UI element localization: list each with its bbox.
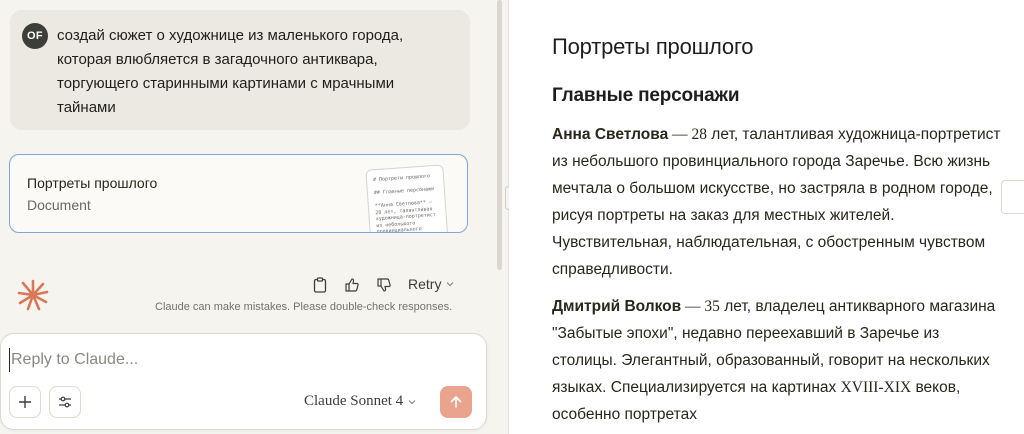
chevron-down-icon xyxy=(408,399,416,404)
character-name: Дмитрий Волков xyxy=(552,298,682,315)
chevron-down-icon xyxy=(447,282,454,287)
character-description: лет, талантливая художница-портретист из… xyxy=(552,126,1001,278)
model-selector[interactable]: Claude Sonnet 4 xyxy=(304,393,417,410)
artifact-card-type: Document xyxy=(27,197,91,213)
message-actions xyxy=(308,274,396,296)
disclaimer: Claude can make mistakes. Please double-… xyxy=(155,301,453,313)
character-name: Анна Светлова xyxy=(552,126,669,143)
artifact-card-title: Портреты прошлого xyxy=(27,175,158,191)
artifact-thumbnail: # Портреты прошлого ## Главные персонажи… xyxy=(365,164,449,232)
character-centuries: XVIII-XIX xyxy=(840,379,912,396)
thumbs-down-icon[interactable] xyxy=(372,274,396,296)
plus-icon xyxy=(19,396,31,408)
user-message: OF создай сюжет о художнице из маленьког… xyxy=(10,10,470,130)
arrow-up-icon xyxy=(450,396,462,408)
clipboard-icon[interactable] xyxy=(308,274,332,296)
chat-scrollbar[interactable] xyxy=(497,0,502,270)
retry-label: Retry xyxy=(408,276,442,292)
artifact-pane: Портреты прошлого Главные персонажи Анна… xyxy=(509,0,1024,434)
sliders-icon xyxy=(59,396,71,408)
retry-button[interactable]: Retry xyxy=(408,276,455,292)
thumbs-up-icon[interactable] xyxy=(340,274,364,296)
character-paragraph: Анна Светлова — 28 лет, талантливая худо… xyxy=(552,121,1007,283)
avatar[interactable]: OF xyxy=(22,23,48,49)
character-paragraph: Дмитрий Волков — 35 лет, владелец антикв… xyxy=(552,293,1007,428)
user-message-text: создай сюжет о художнице из маленького г… xyxy=(57,27,404,116)
character-dash: — xyxy=(668,126,692,143)
character-dash: — xyxy=(681,298,705,315)
character-age: 28 xyxy=(691,126,707,143)
side-panel-tab[interactable] xyxy=(1001,180,1024,214)
chat-pane: OF создай сюжет о художнице из маленьког… xyxy=(0,0,506,434)
send-button[interactable] xyxy=(440,386,472,418)
composer: Claude Sonnet 4 xyxy=(0,333,487,430)
artifact-card[interactable]: Портреты прошлого Document # Портреты пр… xyxy=(9,154,468,233)
add-button[interactable] xyxy=(9,386,41,418)
tools-button[interactable] xyxy=(49,386,81,418)
reply-input[interactable] xyxy=(9,348,469,372)
artifact-title: Портреты прошлого xyxy=(552,34,754,59)
model-label: Claude Sonnet 4 xyxy=(304,393,404,409)
section-heading: Главные персонажи xyxy=(552,85,740,106)
character-age: 35 xyxy=(704,298,720,315)
claude-logo-icon xyxy=(17,279,49,311)
